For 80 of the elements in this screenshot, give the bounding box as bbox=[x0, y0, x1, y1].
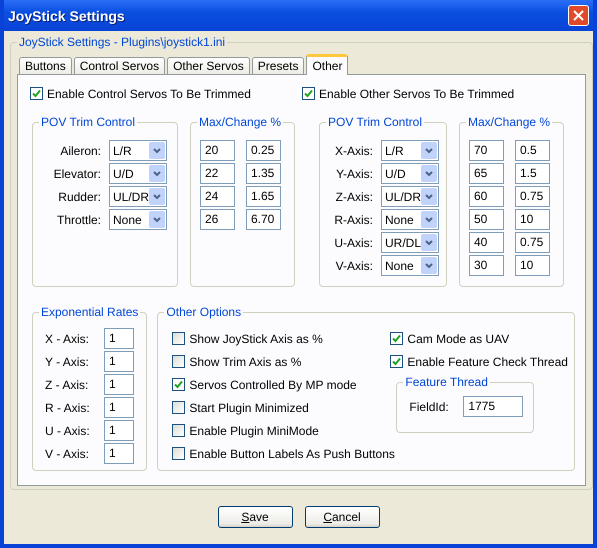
input-field[interactable]: 30 bbox=[469, 255, 504, 276]
input-field[interactable]: 26 bbox=[200, 209, 235, 230]
input-field[interactable]: 1775 bbox=[463, 396, 524, 417]
field-label: FieldId: bbox=[408, 400, 450, 414]
dropdown[interactable]: UL/DR bbox=[109, 186, 167, 207]
group-title: Max/Change % bbox=[198, 115, 282, 129]
group-title: Feature Thread bbox=[404, 375, 489, 389]
checkbox-label: Enable Button Labels As Push Buttons bbox=[189, 446, 395, 460]
checkbox-label: Cam Mode as UAV bbox=[407, 332, 510, 346]
input-field[interactable]: 1 bbox=[104, 374, 134, 395]
input-field[interactable]: 24 bbox=[200, 186, 235, 207]
tab[interactable]: Other Servos bbox=[167, 57, 250, 75]
group-title: POV Trim Control bbox=[40, 115, 136, 129]
input-field[interactable]: 60 bbox=[469, 186, 504, 207]
input-field[interactable]: 1 bbox=[104, 328, 134, 349]
dropdown[interactable]: L/R bbox=[381, 140, 439, 161]
field-label: Aileron: bbox=[59, 144, 102, 158]
field-label: X - Axis: bbox=[44, 332, 90, 346]
tab[interactable]: Buttons bbox=[19, 57, 72, 75]
field-label: Throttle: bbox=[56, 212, 102, 226]
group-title: Max/Change % bbox=[467, 115, 552, 129]
dropdown[interactable]: UR/DL bbox=[381, 232, 439, 253]
field-label: Elevator: bbox=[52, 166, 102, 180]
group-title: Exponential Rates bbox=[40, 305, 140, 319]
dropdown[interactable]: None bbox=[109, 209, 167, 230]
field-label: U-Axis: bbox=[333, 236, 374, 250]
checkbox-label: Enable Plugin MiniMode bbox=[189, 424, 319, 438]
dropdown[interactable]: U/D bbox=[381, 163, 439, 184]
group-title: JoyStick Settings - Plugins\joystick1.ini bbox=[18, 35, 226, 49]
checkbox-label: Start Plugin Minimized bbox=[189, 400, 309, 414]
input-field[interactable]: 1 bbox=[104, 443, 134, 464]
group-title: POV Trim Control bbox=[327, 115, 424, 129]
input-field[interactable]: 10 bbox=[515, 255, 550, 276]
input-field[interactable]: 1 bbox=[104, 397, 134, 418]
input-field[interactable]: 1.5 bbox=[515, 163, 550, 184]
field-label: R - Axis: bbox=[44, 400, 91, 414]
dropdown[interactable]: U/D bbox=[109, 163, 167, 184]
input-field[interactable]: 0.75 bbox=[515, 186, 550, 207]
input-field[interactable]: 1 bbox=[104, 351, 134, 372]
dropdown[interactable]: UL/DR bbox=[381, 186, 439, 207]
dialog-button[interactable]: Save bbox=[218, 506, 292, 528]
input-field[interactable]: 70 bbox=[469, 140, 504, 161]
window-title: JoyStick Settings bbox=[8, 8, 125, 24]
field-label: V - Axis: bbox=[44, 446, 90, 460]
dropdown[interactable]: L/R bbox=[109, 140, 167, 161]
input-field[interactable]: 10 bbox=[515, 209, 550, 230]
input-field[interactable]: 6.70 bbox=[246, 209, 281, 230]
checkbox-label: Show JoyStick Axis as % bbox=[189, 332, 323, 346]
field-label: Y - Axis: bbox=[44, 354, 90, 368]
tab[interactable]: Presets bbox=[252, 57, 304, 75]
tab[interactable]: Control Servos bbox=[74, 57, 166, 75]
input-field[interactable]: 1.35 bbox=[246, 163, 281, 184]
input-field[interactable]: 50 bbox=[469, 209, 504, 230]
input-field[interactable]: 0.75 bbox=[515, 232, 550, 253]
dropdown[interactable]: None bbox=[381, 209, 439, 230]
field-label: Z - Axis: bbox=[44, 378, 90, 392]
group-title: Other Options bbox=[165, 305, 242, 319]
field-label: V-Axis: bbox=[334, 258, 374, 272]
input-field[interactable]: 22 bbox=[200, 163, 235, 184]
tab[interactable]: Other bbox=[306, 54, 348, 75]
checkbox-label: Enable Other Servos To Be Trimmed bbox=[319, 86, 514, 100]
checkbox-label: Servos Controlled By MP mode bbox=[189, 378, 357, 392]
field-label: Rudder: bbox=[57, 190, 102, 204]
checkbox-label: Enable Feature Check Thread bbox=[407, 354, 568, 368]
field-label: Y-Axis: bbox=[335, 166, 374, 180]
input-field[interactable]: 1.65 bbox=[246, 186, 281, 207]
dialog-button[interactable]: Cancel bbox=[304, 506, 380, 528]
field-label: U - Axis: bbox=[44, 424, 91, 438]
checkbox-label: Show Trim Axis as % bbox=[189, 354, 302, 368]
input-field[interactable]: 0.25 bbox=[246, 140, 281, 161]
field-label: Z-Axis: bbox=[334, 190, 374, 204]
input-field[interactable]: 40 bbox=[469, 232, 504, 253]
checkbox-label: Enable Control Servos To Be Trimmed bbox=[47, 86, 251, 100]
input-field[interactable]: 65 bbox=[469, 163, 504, 184]
field-label: X-Axis: bbox=[334, 144, 374, 158]
input-field[interactable]: 1 bbox=[104, 420, 134, 441]
dropdown[interactable]: None bbox=[381, 255, 439, 276]
input-field[interactable]: 0.5 bbox=[515, 140, 550, 161]
input-field[interactable]: 20 bbox=[200, 140, 235, 161]
field-label: R-Axis: bbox=[333, 212, 374, 226]
